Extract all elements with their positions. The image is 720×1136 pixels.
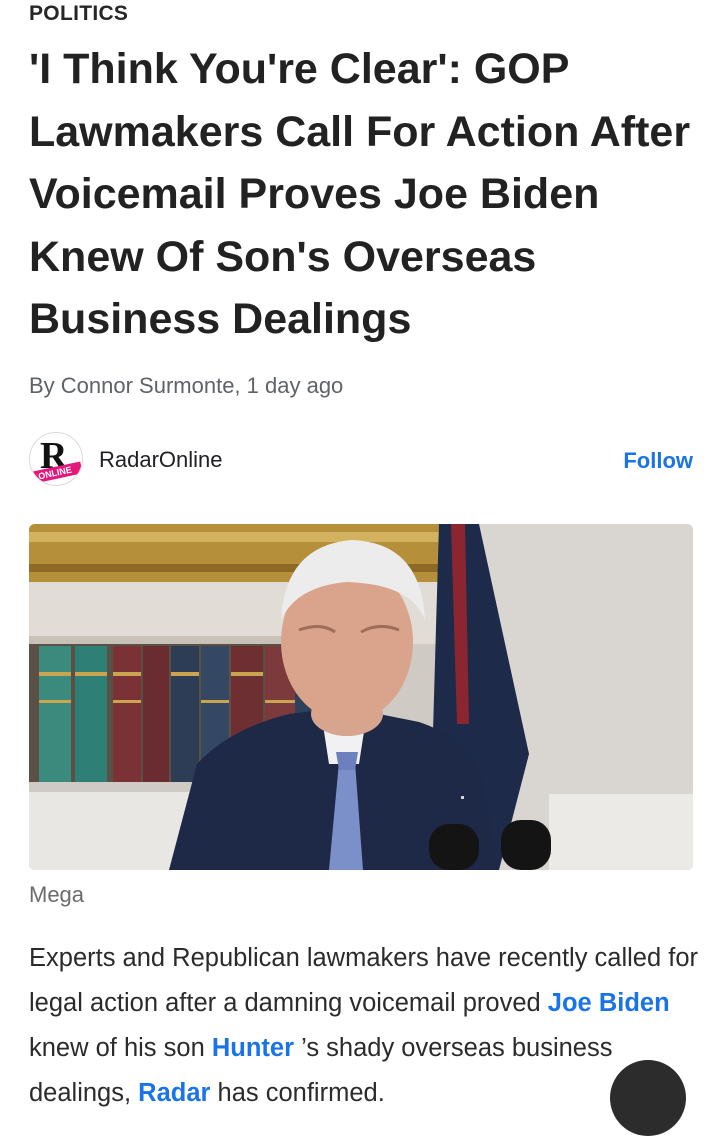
link-radar[interactable]: Radar bbox=[138, 1079, 210, 1107]
article-category[interactable]: POLITICS bbox=[29, 2, 128, 26]
body-text-part: knew of his son bbox=[29, 1034, 212, 1062]
body-text-part: has confirmed. bbox=[210, 1079, 385, 1107]
link-joe-biden[interactable]: Joe Biden bbox=[548, 989, 670, 1017]
article-headline: 'I Think You're Clear': GOP Lawmakers Ca… bbox=[29, 45, 691, 343]
follow-button[interactable]: Follow bbox=[623, 448, 693, 474]
article-body: Experts and Republican lawmakers have re… bbox=[29, 936, 699, 1116]
share-fab-button[interactable] bbox=[610, 1060, 686, 1136]
link-hunter[interactable]: Hunter bbox=[212, 1034, 294, 1062]
source-name[interactable]: RadarOnline bbox=[99, 447, 223, 473]
source-row: R ONLINE RadarOnline Follow bbox=[29, 432, 693, 488]
article-photo[interactable] bbox=[29, 524, 693, 870]
image-caption: Mega bbox=[29, 882, 85, 907]
article-byline: By Connor Surmonte, 1 day ago bbox=[29, 373, 344, 398]
source-logo[interactable]: R ONLINE bbox=[29, 432, 83, 486]
